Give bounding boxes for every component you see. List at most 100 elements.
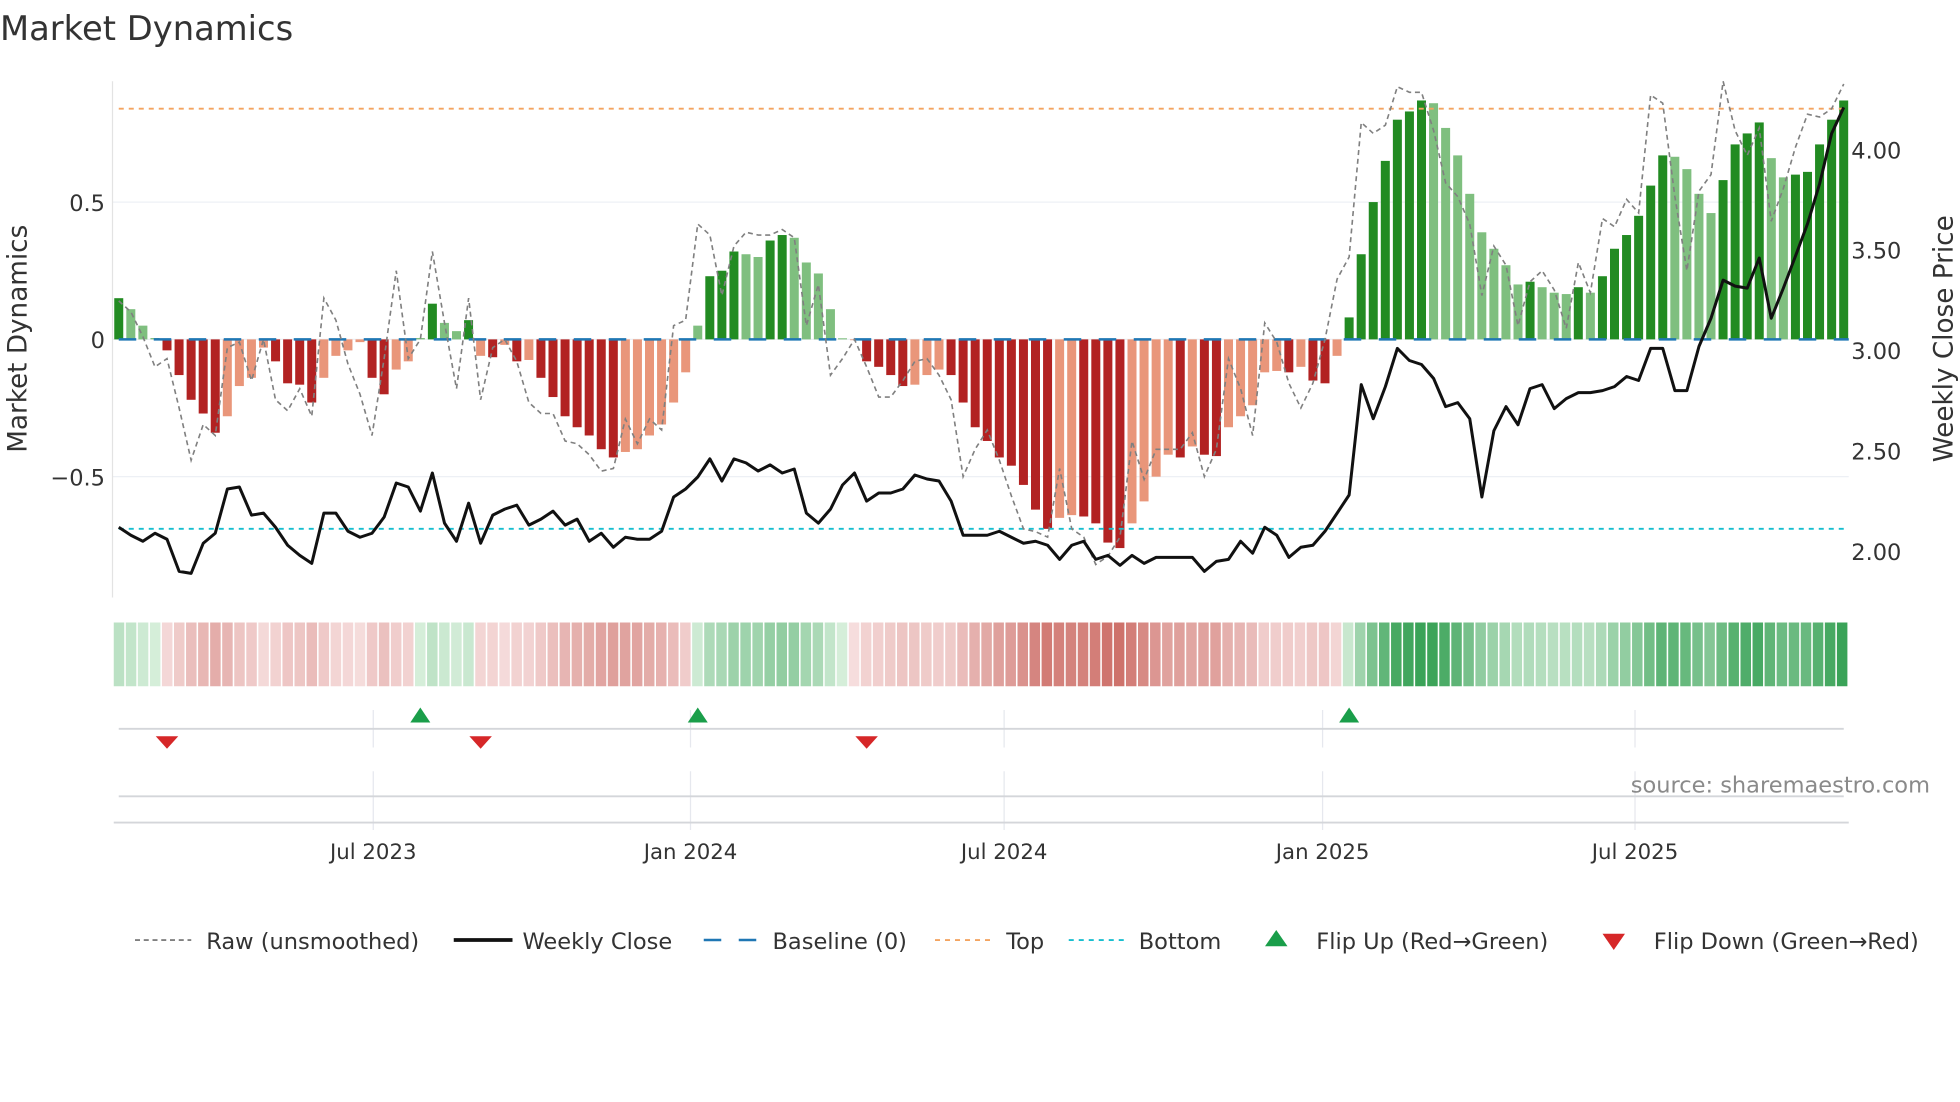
- momentum-bar: [548, 339, 558, 398]
- momentum-bar: [1296, 339, 1306, 367]
- momentum-bar: [234, 339, 244, 387]
- heat-cell: [993, 622, 1004, 687]
- heat-cell: [1198, 622, 1209, 687]
- heat-cell: [1571, 622, 1583, 687]
- heat-cell: [1342, 622, 1354, 687]
- momentum-bar: [1417, 100, 1426, 340]
- momentum-bar: [174, 339, 184, 376]
- momentum-bar: [1284, 339, 1294, 373]
- momentum-bar: [1163, 339, 1173, 455]
- heat-cell: [788, 622, 800, 687]
- momentum-bar: [1199, 339, 1209, 455]
- heat-cell: [643, 622, 655, 687]
- legend-flip-up-icon: [1265, 930, 1288, 947]
- heat-cell: [1005, 622, 1016, 687]
- momentum-bar: [1573, 287, 1583, 340]
- heat-cell: [1174, 622, 1185, 687]
- momentum-bar: [657, 339, 667, 425]
- momentum-bar: [994, 339, 1004, 458]
- heat-cell: [174, 622, 185, 687]
- legend-item-flip-down: Flip Down (Green→Red): [1602, 929, 1919, 955]
- momentum-bar: [283, 339, 293, 384]
- heat-cell: [1210, 622, 1221, 687]
- heat-cell: [1644, 622, 1655, 687]
- momentum-bar: [729, 251, 739, 340]
- axes: 0.5 0 −0.5 2.00 2.50 3.00 3.50 4.00 Jul 2023 Jan …: [50, 81, 1901, 865]
- momentum-bar: [898, 339, 908, 387]
- heat-cell: [1053, 622, 1065, 687]
- heat-cell: [1162, 622, 1173, 687]
- legend-label: Flip Up (Red→Green): [1316, 929, 1548, 955]
- x-tick-label: Jul 2024: [959, 840, 1047, 865]
- momentum-bar: [1127, 339, 1137, 524]
- heat-cell: [776, 622, 788, 687]
- momentum-bar: [1067, 339, 1077, 516]
- momentum-bar: [1610, 248, 1619, 340]
- heat-cell: [1282, 622, 1294, 687]
- heat-cell: [1547, 622, 1559, 687]
- momentum-bar: [1839, 100, 1849, 340]
- heat-cell: [583, 622, 595, 687]
- momentum-bar: [1441, 127, 1451, 340]
- heat-cell: [752, 622, 763, 687]
- heat-strip: [113, 622, 1848, 687]
- heat-cell: [475, 622, 486, 687]
- legend-item-baseline: Baseline (0): [703, 929, 907, 955]
- heat-cell: [1764, 622, 1776, 687]
- heat-cell: [812, 622, 824, 687]
- momentum-bar: [331, 339, 341, 356]
- heat-cell: [692, 622, 703, 687]
- heat-cell: [957, 622, 968, 687]
- heat-cell: [1800, 622, 1812, 687]
- heat-cell: [1824, 622, 1836, 687]
- momentum-bar: [1392, 119, 1402, 340]
- heat-cell: [1656, 622, 1667, 687]
- heat-cell: [378, 622, 390, 687]
- momentum-bar: [246, 339, 256, 378]
- heat-cell: [535, 622, 546, 687]
- heat-cell: [1535, 622, 1547, 687]
- heat-cell: [1836, 622, 1848, 687]
- heat-cell: [511, 622, 522, 687]
- momentum-bar: [777, 235, 787, 340]
- heat-cell: [330, 622, 342, 687]
- heat-cell: [1366, 622, 1378, 687]
- momentum-bar: [1585, 292, 1595, 340]
- flip-down-marker: [155, 736, 179, 749]
- momentum-bar: [1091, 339, 1101, 524]
- momentum-bar: [427, 303, 437, 340]
- momentum-bar: [1634, 215, 1644, 340]
- momentum-bar: [1670, 156, 1680, 340]
- momentum-bar: [922, 339, 932, 376]
- heat-cell: [499, 622, 510, 687]
- momentum-bars: [114, 100, 1849, 549]
- momentum-bar: [1344, 317, 1354, 340]
- heat-cell: [125, 622, 137, 687]
- momentum-bar: [1187, 339, 1197, 447]
- heat-cell: [595, 622, 607, 687]
- momentum-bar: [1537, 287, 1547, 340]
- legend-label: Flip Down (Green→Red): [1654, 929, 1919, 955]
- momentum-bar: [1248, 339, 1258, 406]
- heat-cell: [1812, 622, 1824, 687]
- heat-cell: [1475, 622, 1486, 687]
- momentum-bar: [271, 339, 281, 362]
- momentum-bar: [789, 237, 799, 340]
- y2-tick-label: 3.00: [1851, 339, 1901, 365]
- momentum-bar: [1055, 339, 1065, 518]
- momentum-bar: [1561, 294, 1571, 340]
- momentum-bar: [934, 339, 944, 370]
- y-axis-label: Market Dynamics: [3, 225, 33, 453]
- heat-cell: [981, 622, 992, 687]
- heat-cell: [306, 622, 318, 687]
- momentum-bar: [1043, 339, 1053, 529]
- momentum-bar: [343, 339, 353, 351]
- momentum-bar: [608, 339, 618, 458]
- momentum-bar: [367, 339, 377, 378]
- momentum-bar: [391, 339, 401, 370]
- legend: Raw (unsmoothed) Weekly Close Baseline (0)…: [135, 929, 1919, 955]
- heat-cell: [1487, 622, 1498, 687]
- heat-cell: [933, 622, 944, 687]
- momentum-bar: [1622, 235, 1632, 340]
- momentum-bar: [681, 339, 691, 373]
